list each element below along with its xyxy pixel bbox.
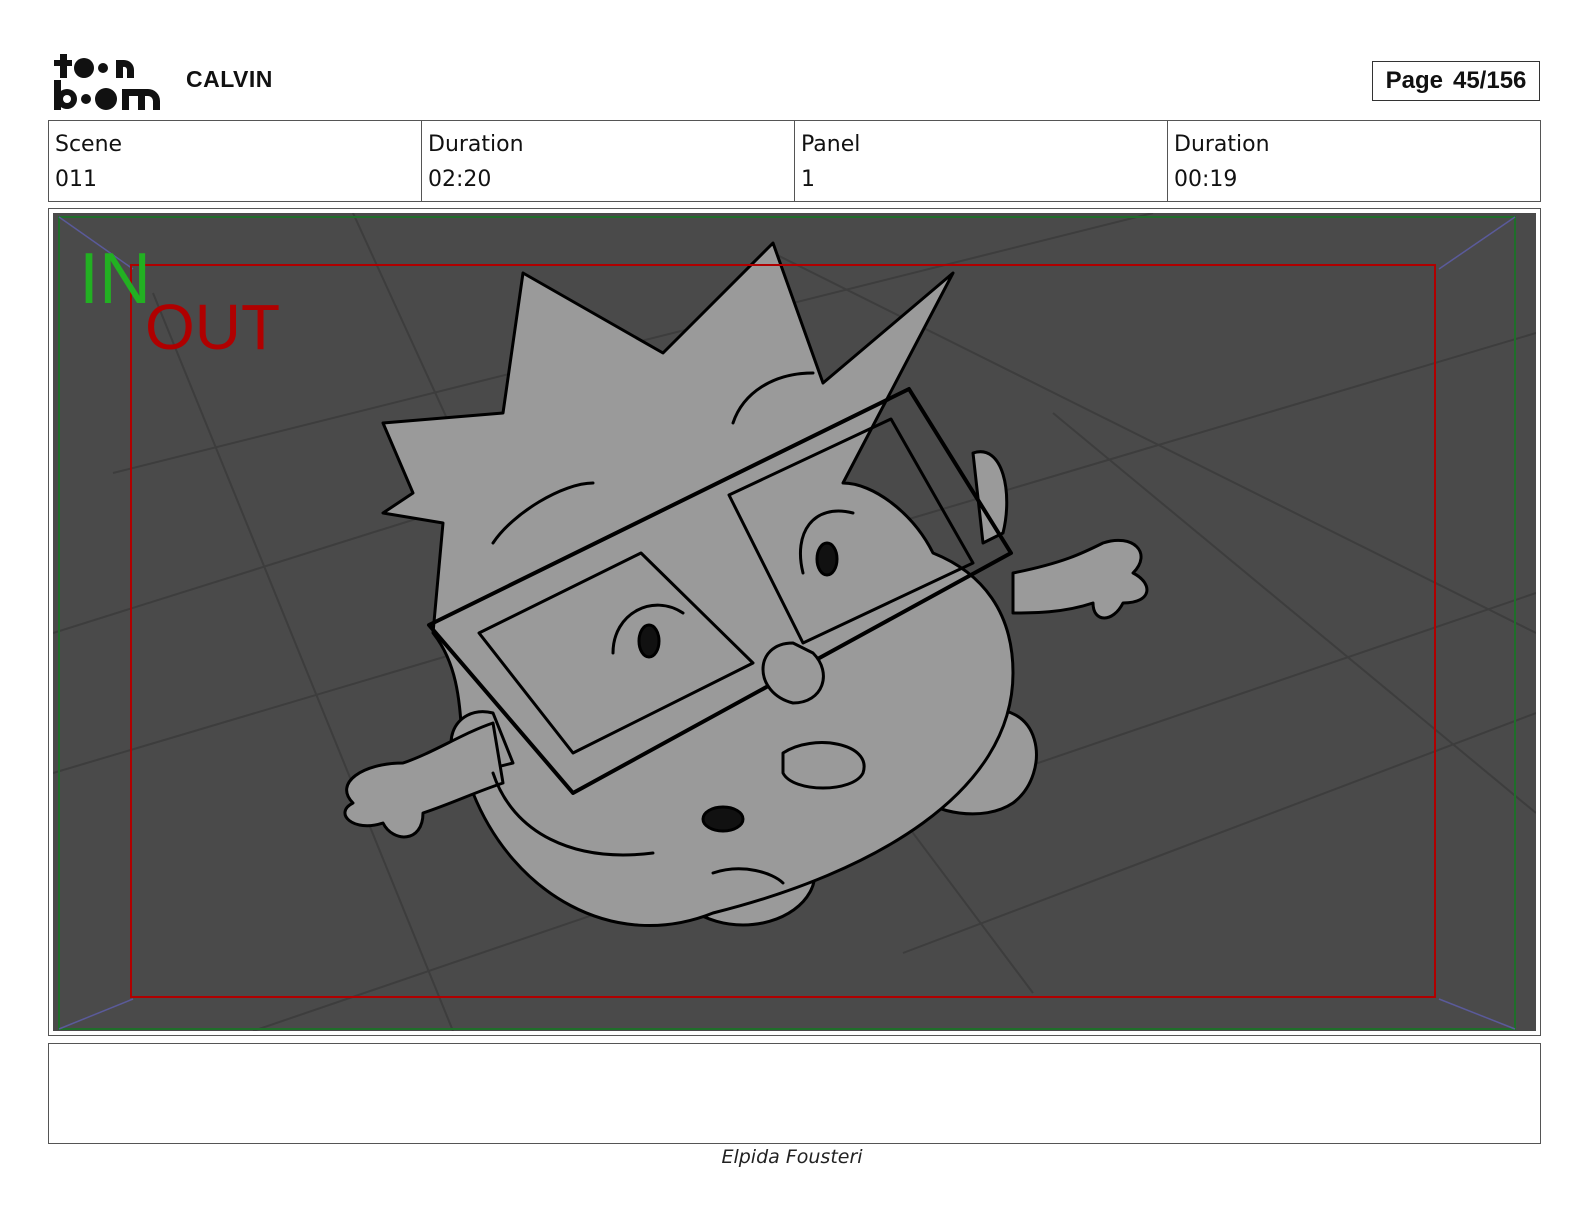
panel-duration-label: Duration — [1174, 132, 1270, 157]
scene-cell: Scene 011 — [49, 121, 422, 201]
in-label: IN — [79, 239, 151, 319]
storyboard-panel: IN OUT — [48, 208, 1541, 1036]
out-label: OUT — [145, 291, 280, 363]
scene-label: Scene — [55, 132, 123, 157]
panel-value: 1 — [801, 167, 815, 192]
panel-notes — [48, 1043, 1541, 1144]
page-label: Page — [1385, 67, 1443, 94]
artist-name: Elpida Fousteri — [721, 1146, 863, 1168]
panel-drawing: IN OUT — [53, 213, 1536, 1031]
scene-info-table: Scene 011 Duration 02:20 Panel 1 Duratio… — [48, 120, 1541, 202]
scene-duration-cell: Duration 02:20 — [422, 121, 795, 201]
scene-duration-value: 02:20 — [428, 167, 492, 192]
panel-duration-value: 00:19 — [1174, 167, 1238, 192]
panel-duration-cell: Duration 00:19 — [1168, 121, 1540, 201]
scene-value: 011 — [55, 167, 97, 192]
panel-label: Panel — [801, 132, 861, 157]
page-indicator: Page 45/156 — [1372, 61, 1540, 101]
project-title: CALVIN — [186, 66, 273, 92]
page-number: 45/156 — [1452, 67, 1527, 94]
scene-duration-label: Duration — [428, 132, 524, 157]
toonboom-logo — [54, 54, 160, 110]
panel-cell: Panel 1 — [795, 121, 1168, 201]
